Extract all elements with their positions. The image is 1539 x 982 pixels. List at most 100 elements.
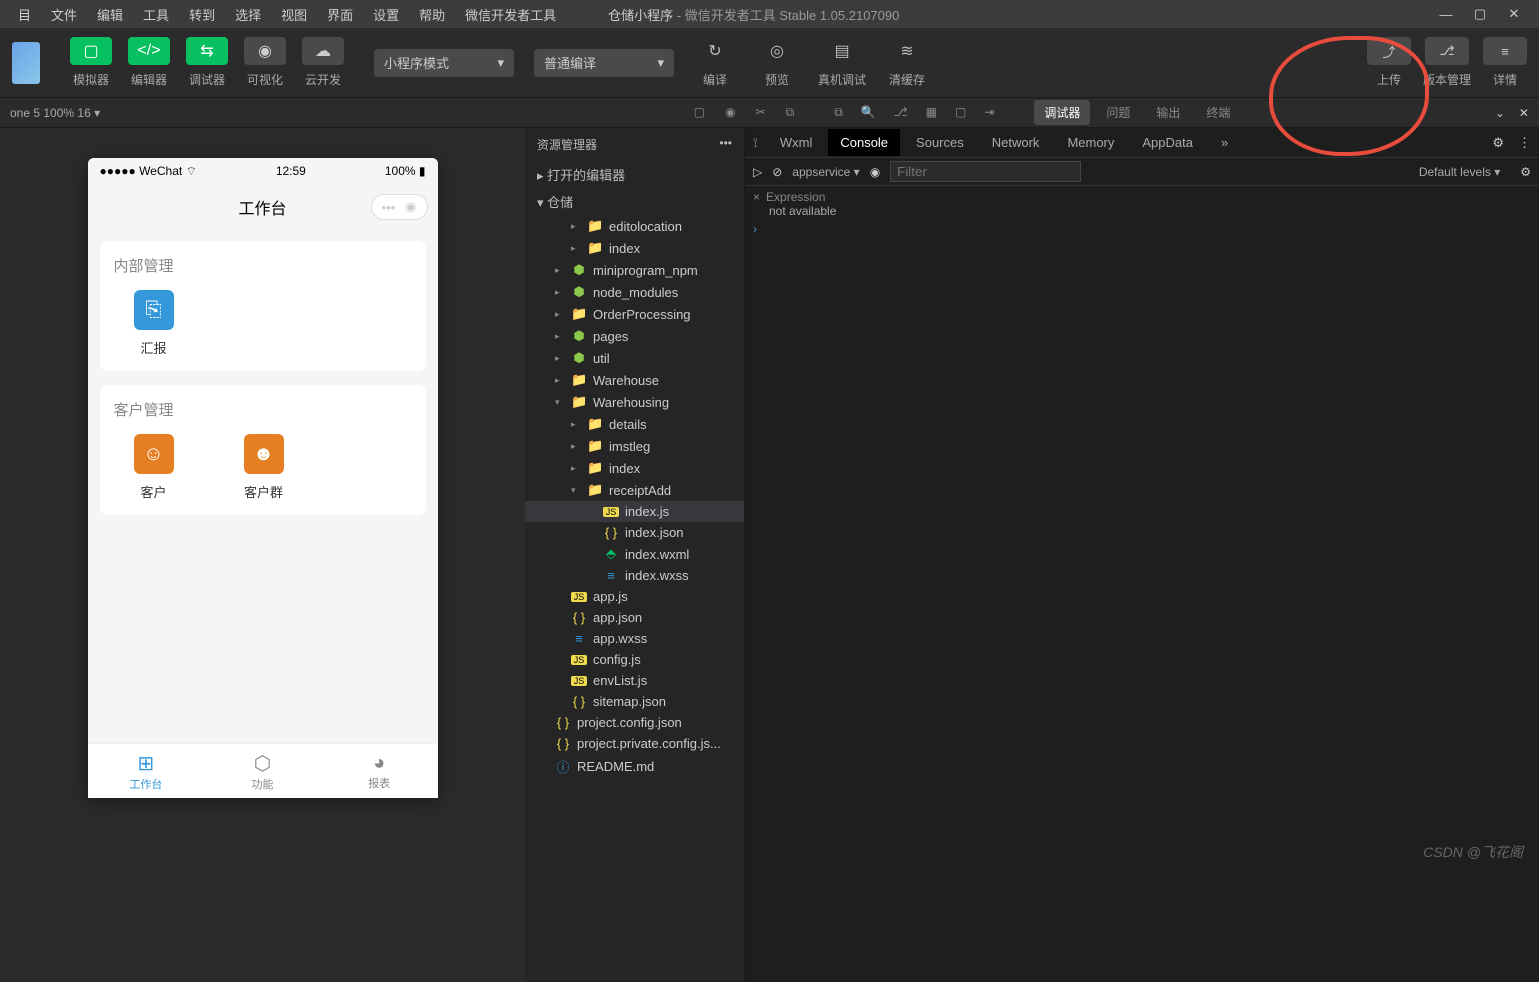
- tree-item-editolocation[interactable]: ▸📁editolocation: [525, 215, 744, 237]
- devtab-终端[interactable]: 终端: [1196, 100, 1240, 125]
- devtools-tab-appdata[interactable]: AppData: [1130, 129, 1205, 156]
- menu-目[interactable]: 目: [8, 4, 41, 27]
- grid-item-汇报[interactable]: ⎘汇报: [114, 290, 194, 357]
- tree-item-app.wxss[interactable]: ≡app.wxss: [525, 628, 744, 649]
- tree-item-node_modules[interactable]: ▸⬢node_modules: [525, 281, 744, 303]
- chevron-down-icon[interactable]: ⌄: [1495, 106, 1505, 120]
- tree-item-app.js[interactable]: JSapp.js: [525, 586, 744, 607]
- right-详情-button[interactable]: ≡: [1483, 37, 1527, 65]
- toolbar-调试器-button[interactable]: ⇆: [186, 37, 228, 65]
- explorer-more-icon[interactable]: •••: [719, 136, 732, 153]
- close-panel-icon[interactable]: ✕: [1519, 106, 1529, 120]
- tabbar-工作台[interactable]: ⊞工作台: [88, 744, 205, 798]
- tree-item-index[interactable]: ▸📁index: [525, 457, 744, 479]
- console-prompt[interactable]: ›: [753, 222, 1531, 236]
- tree-item-sitemap.json[interactable]: { }sitemap.json: [525, 691, 744, 712]
- grid-item-客户[interactable]: ☺客户: [114, 434, 194, 501]
- devtools-tab-network[interactable]: Network: [980, 129, 1052, 156]
- explorer-top-icon[interactable]: ▢: [955, 105, 966, 120]
- context-select[interactable]: appservice ▾: [792, 165, 859, 179]
- secbar-icon[interactable]: ◉: [725, 105, 735, 120]
- tree-item-index.wxml[interactable]: ⬘index.wxml: [525, 543, 744, 565]
- log-levels-select[interactable]: Default levels ▾: [1419, 165, 1500, 179]
- toolbar-云开发-button[interactable]: ☁: [302, 37, 344, 65]
- clear-console-icon[interactable]: ⊘: [772, 165, 782, 179]
- tree-item-envList.js[interactable]: JSenvList.js: [525, 670, 744, 691]
- menu-设置[interactable]: 设置: [363, 4, 409, 27]
- eye-icon[interactable]: ◉: [870, 165, 880, 179]
- grid-item-客户群[interactable]: ☻客户群: [224, 434, 304, 501]
- console-filter-input[interactable]: [890, 161, 1081, 182]
- tree-item-miniprogram_npm[interactable]: ▸⬢miniprogram_npm: [525, 259, 744, 281]
- tree-item-index.json[interactable]: { }index.json: [525, 522, 744, 543]
- kebab-icon[interactable]: ⋮: [1518, 135, 1531, 151]
- right-版本管理-button[interactable]: ⎇: [1425, 37, 1469, 65]
- tabbar-报表[interactable]: ◕报表: [321, 744, 438, 798]
- tree-item-project.config.json[interactable]: { }project.config.json: [525, 712, 744, 733]
- secbar-icon[interactable]: ✂: [756, 105, 766, 120]
- devtab-调试器[interactable]: 调试器: [1034, 100, 1090, 125]
- devtools-tab-wxml[interactable]: Wxml: [768, 129, 825, 156]
- tree-item-index.wxss[interactable]: ≡index.wxss: [525, 565, 744, 586]
- toolbar-可视化-button[interactable]: ◉: [244, 37, 286, 65]
- tree-item-util[interactable]: ▸⬢util: [525, 347, 744, 369]
- capsule-close-icon[interactable]: ◉: [405, 199, 416, 215]
- menu-编辑[interactable]: 编辑: [87, 4, 133, 27]
- toolbar-模拟器-button[interactable]: ▢: [70, 37, 112, 65]
- devtools-tab-sources[interactable]: Sources: [904, 129, 976, 156]
- menu-界面[interactable]: 界面: [317, 4, 363, 27]
- secbar-icon[interactable]: ⧉: [786, 105, 795, 120]
- action-真机调试-button[interactable]: ▤: [821, 37, 863, 65]
- tree-item-receiptAdd[interactable]: ▾📁receiptAdd: [525, 479, 744, 501]
- minimize-icon[interactable]: —: [1437, 5, 1455, 23]
- devtools-tab-memory[interactable]: Memory: [1055, 129, 1126, 156]
- capsule-button[interactable]: ••• ◉: [371, 194, 428, 220]
- open-editors-section[interactable]: ▸ 打开的编辑器: [525, 161, 744, 188]
- explorer-top-icon[interactable]: ⎇: [894, 105, 908, 120]
- tree-item-Warehouse[interactable]: ▸📁Warehouse: [525, 369, 744, 391]
- devtools-tab-console[interactable]: Console: [828, 129, 900, 156]
- menu-文件[interactable]: 文件: [41, 4, 87, 27]
- menu-视图[interactable]: 视图: [271, 4, 317, 27]
- tree-item-app.json[interactable]: { }app.json: [525, 607, 744, 628]
- action-编译-button[interactable]: ↻: [694, 37, 736, 65]
- explorer-top-icon[interactable]: 🔍: [861, 105, 876, 120]
- tree-item-index[interactable]: ▸📁index: [525, 237, 744, 259]
- menu-微信开发者工具[interactable]: 微信开发者工具: [455, 4, 566, 27]
- explorer-top-icon[interactable]: ⧉: [834, 105, 843, 120]
- explorer-top-icon[interactable]: ⇥: [984, 105, 994, 120]
- close-icon[interactable]: ✕: [1505, 5, 1523, 23]
- tree-item-pages[interactable]: ▸⬢pages: [525, 325, 744, 347]
- menu-工具[interactable]: 工具: [133, 4, 179, 27]
- tree-item-Warehousing[interactable]: ▾📁Warehousing: [525, 391, 744, 413]
- right-上传-button[interactable]: ⤴: [1367, 37, 1411, 65]
- tree-item-config.js[interactable]: JSconfig.js: [525, 649, 744, 670]
- tree-item-OrderProcessing[interactable]: ▸📁OrderProcessing: [525, 303, 744, 325]
- devtools-settings-icon[interactable]: ⚙: [1520, 165, 1531, 179]
- gear-icon[interactable]: ⚙: [1492, 135, 1504, 151]
- toolbar-编辑器-button[interactable]: </>: [128, 37, 170, 65]
- tree-item-project.private.config.js...[interactable]: { }project.private.config.js...: [525, 733, 744, 754]
- menu-转到[interactable]: 转到: [179, 4, 225, 27]
- inspect-icon[interactable]: ⟟: [753, 135, 758, 151]
- device-info[interactable]: one 5 100% 16 ▾: [10, 106, 100, 120]
- tree-item-imstleg[interactable]: ▸📁imstleg: [525, 435, 744, 457]
- mode-select[interactable]: 小程序模式▾: [374, 49, 514, 77]
- project-root-section[interactable]: ▾ 仓储: [525, 188, 744, 215]
- play-icon[interactable]: ▷: [753, 165, 762, 179]
- tree-item-details[interactable]: ▸📁details: [525, 413, 744, 435]
- maximize-icon[interactable]: ▢: [1471, 5, 1489, 23]
- tabbar-功能[interactable]: ⬡功能: [204, 744, 321, 798]
- tree-item-README.md[interactable]: ⓘREADME.md: [525, 754, 744, 779]
- menu-帮助[interactable]: 帮助: [409, 4, 455, 27]
- compile-select[interactable]: 普通编译▾: [534, 49, 674, 77]
- secbar-icon[interactable]: ▢: [694, 105, 705, 120]
- action-清缓存-button[interactable]: ≋: [886, 37, 928, 65]
- devtab-问题[interactable]: 问题: [1096, 100, 1140, 125]
- action-预览-button[interactable]: ◎: [756, 37, 798, 65]
- explorer-top-icon[interactable]: ▦: [926, 105, 937, 120]
- menu-选择[interactable]: 选择: [225, 4, 271, 27]
- devtools-more-tabs[interactable]: »: [1209, 129, 1240, 156]
- capsule-menu-icon[interactable]: •••: [382, 200, 396, 215]
- devtab-输出[interactable]: 输出: [1146, 100, 1190, 125]
